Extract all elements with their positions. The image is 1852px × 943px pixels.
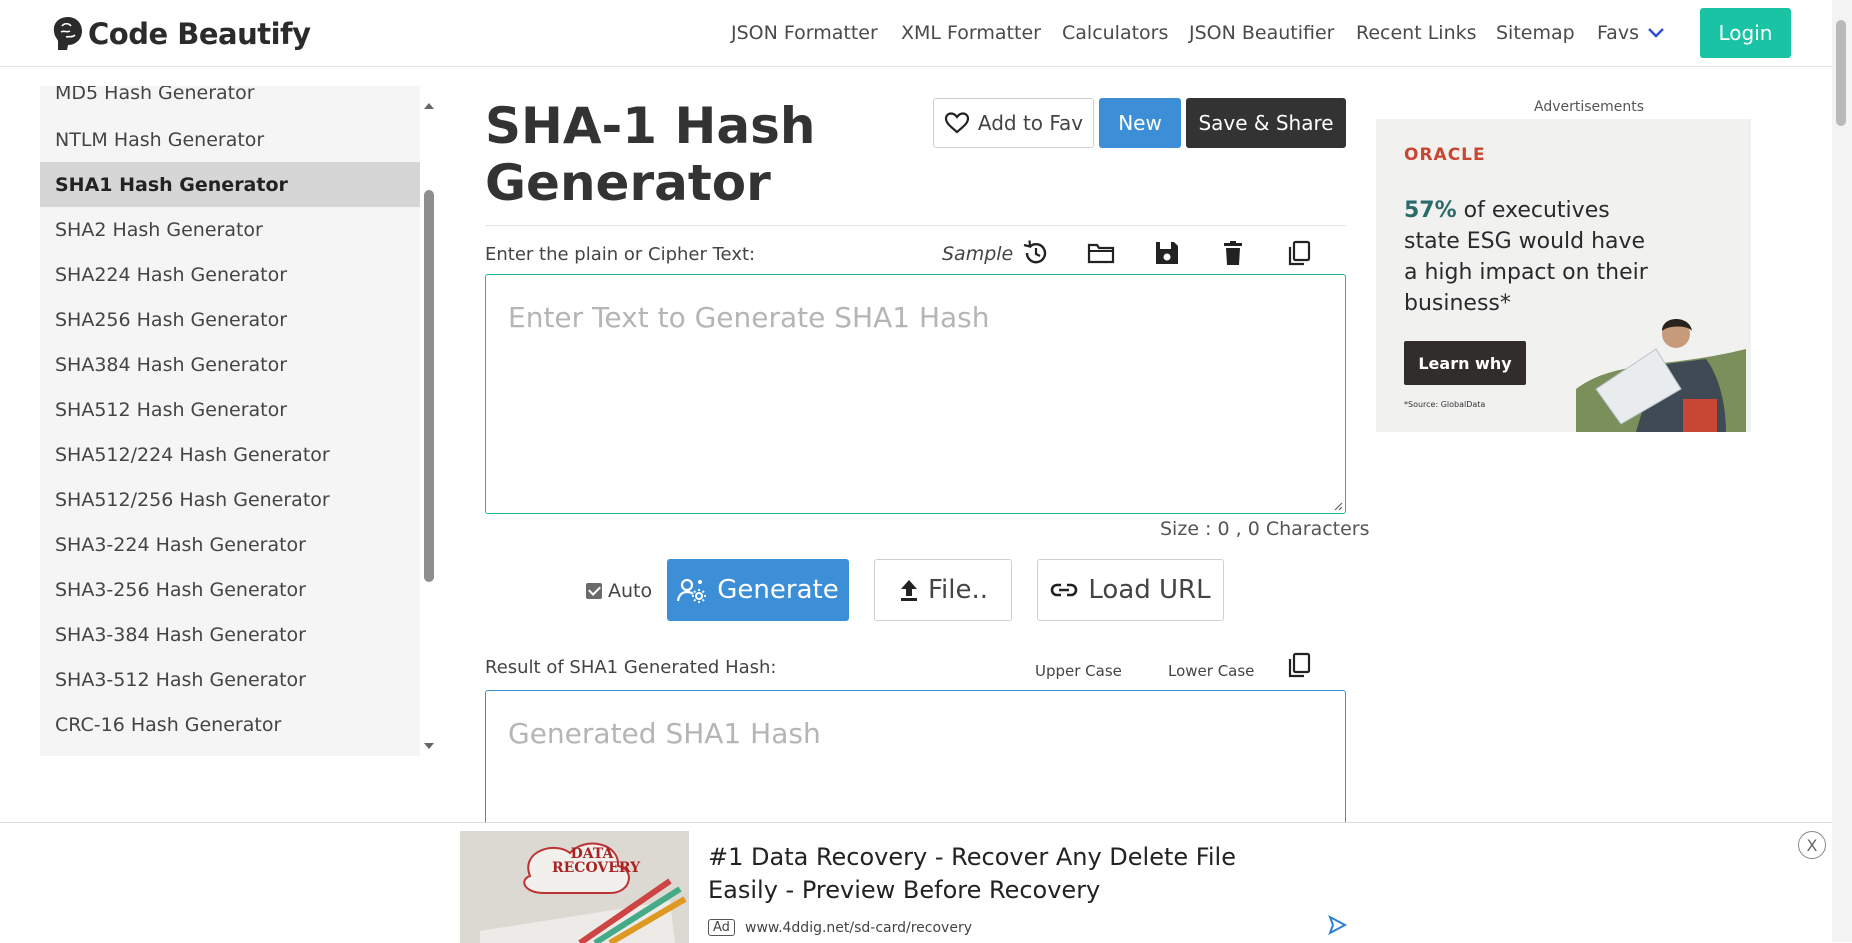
close-ad-button[interactable]: X — [1798, 831, 1826, 859]
woman-with-blueprint-illustration — [1576, 319, 1746, 432]
learn-why-button[interactable]: Learn why — [1404, 341, 1526, 385]
resize-handle-icon[interactable] — [1333, 501, 1343, 511]
result-label: Result of SHA1 Generated Hash: — [485, 657, 777, 678]
plain-text-input[interactable]: Enter Text to Generate SHA1 Hash — [485, 274, 1346, 514]
user-gear-icon — [677, 578, 707, 603]
load-url-label: Load URL — [1088, 575, 1211, 605]
size-counter: Size : 0 , 0 Characters — [1160, 518, 1370, 540]
history-icon[interactable] — [1021, 239, 1049, 267]
nav-recent-links[interactable]: Recent Links — [1356, 22, 1477, 44]
sidebar-item-sha3-256[interactable]: SHA3-256 Hash Generator — [40, 567, 420, 612]
advertisements-label: Advertisements — [1534, 99, 1645, 115]
nav-json-beautifier[interactable]: JSON Beautifier — [1189, 22, 1334, 44]
oracle-ad-banner[interactable]: ORACLE 57% of executives state ESG would… — [1376, 119, 1751, 432]
save-icon[interactable] — [1153, 239, 1181, 267]
site-logo[interactable]: Code Beautify — [50, 12, 311, 56]
link-icon — [1051, 583, 1078, 597]
input-placeholder: Enter Text to Generate SHA1 Hash — [508, 301, 990, 334]
nav-xml-formatter[interactable]: XML Formatter — [901, 22, 1041, 44]
chevron-down-icon[interactable] — [1646, 25, 1666, 41]
auto-label: Auto — [608, 580, 653, 602]
scroll-up-arrow-icon[interactable] — [424, 103, 434, 109]
sidebar-item-sha256[interactable]: SHA256 Hash Generator — [40, 297, 420, 342]
trash-icon[interactable] — [1219, 239, 1247, 267]
bottom-ad-url[interactable]: www.4ddig.net/sd-card/recovery — [745, 920, 972, 936]
add-to-fav-label: Add to Fav — [977, 111, 1084, 135]
page-title: SHA-1 Hash Generator — [485, 97, 816, 212]
nav-sitemap[interactable]: Sitemap — [1496, 22, 1575, 44]
sidebar-item-sha3-224[interactable]: SHA3-224 Hash Generator — [40, 522, 420, 567]
heart-icon — [944, 112, 969, 134]
page-scrollbar-thumb[interactable] — [1836, 20, 1846, 126]
generate-button[interactable]: Generate — [667, 559, 849, 621]
sidebar-scrollbar-thumb[interactable] — [424, 190, 434, 582]
copy-icon[interactable] — [1285, 239, 1313, 267]
title-divider — [485, 225, 1346, 226]
new-button[interactable]: New — [1099, 98, 1181, 148]
sidebar-item-sha3-512[interactable]: SHA3-512 Hash Generator — [40, 657, 420, 702]
sidebar-item-crc16[interactable]: CRC-16 Hash Generator — [40, 702, 420, 747]
sidebar-item-sha3-384[interactable]: SHA3-384 Hash Generator — [40, 612, 420, 657]
upload-icon — [900, 580, 917, 601]
sidebar-item-sha512-224[interactable]: SHA512/224 Hash Generator — [40, 432, 420, 477]
save-share-button[interactable]: Save & Share — [1186, 98, 1346, 148]
nav-calculators[interactable]: Calculators — [1062, 22, 1168, 44]
nav-json-formatter[interactable]: JSON Formatter — [731, 22, 878, 44]
sidebar-item-md5[interactable]: MD5 Hash Generator — [40, 86, 420, 115]
copy-result-icon[interactable] — [1285, 651, 1313, 679]
logo-text: Code Beautify — [88, 17, 311, 51]
nav-favs[interactable]: Favs — [1597, 22, 1639, 44]
sidebar-item-ntlm[interactable]: NTLM Hash Generator — [40, 117, 420, 162]
bottom-ad-title[interactable]: #1 Data Recovery - Recover Any Delete Fi… — [708, 841, 1308, 907]
oracle-logo: ORACLE — [1404, 145, 1486, 165]
ad-tag: Ad — [708, 919, 735, 936]
data-recovery-ad-image: DATA RECOVERY — [460, 831, 689, 943]
sidebar-item-sha384[interactable]: SHA384 Hash Generator — [40, 342, 420, 387]
file-upload-button[interactable]: File.. — [874, 559, 1012, 621]
folder-open-icon[interactable] — [1087, 239, 1115, 267]
scroll-down-arrow-icon[interactable] — [424, 743, 434, 749]
sidebar-item-sha512[interactable]: SHA512 Hash Generator — [40, 387, 420, 432]
generate-label: Generate — [717, 575, 839, 605]
auto-checkbox[interactable] — [586, 583, 602, 599]
bottom-ad-banner[interactable]: DATA RECOVERY #1 Data Recovery - Recover… — [0, 822, 1832, 943]
sidebar-item-sha512-256[interactable]: SHA512/256 Hash Generator — [40, 477, 420, 522]
result-placeholder: Generated SHA1 Hash — [508, 717, 821, 750]
load-url-button[interactable]: Load URL — [1037, 559, 1224, 621]
sidebar-tool-list: MD5 Hash Generator NTLM Hash Generator S… — [40, 86, 420, 756]
ad-choices-arrow-icon[interactable] — [1326, 914, 1348, 936]
hash-result-output[interactable]: Generated SHA1 Hash — [485, 690, 1346, 830]
login-button[interactable]: Login — [1700, 8, 1791, 58]
sample-link[interactable]: Sample — [942, 243, 1013, 265]
page-scrollbar[interactable] — [1832, 0, 1852, 942]
sidebar-item-sha1[interactable]: SHA1 Hash Generator — [40, 162, 420, 207]
oracle-badge-icon — [1683, 399, 1717, 432]
lower-case-link[interactable]: Lower Case — [1168, 662, 1254, 680]
top-navbar: Code Beautify JSON Formatter XML Formatt… — [0, 0, 1852, 67]
auto-toggle[interactable]: Auto — [586, 580, 652, 602]
input-label: Enter the plain or Cipher Text: — [485, 244, 756, 265]
sidebar-item-sha2[interactable]: SHA2 Hash Generator — [40, 207, 420, 252]
ad-image-caption: DATA RECOVERY — [552, 846, 641, 876]
brain-logo-icon — [53, 17, 82, 50]
sidebar-item-sha224[interactable]: SHA224 Hash Generator — [40, 252, 420, 297]
upper-case-link[interactable]: Upper Case — [1035, 662, 1122, 680]
ad-source-note: *Source: GlobalData — [1404, 400, 1486, 409]
file-label: File.. — [927, 575, 989, 605]
add-to-fav-button[interactable]: Add to Fav — [933, 98, 1094, 148]
ad-headline-percent: 57% — [1404, 198, 1457, 223]
